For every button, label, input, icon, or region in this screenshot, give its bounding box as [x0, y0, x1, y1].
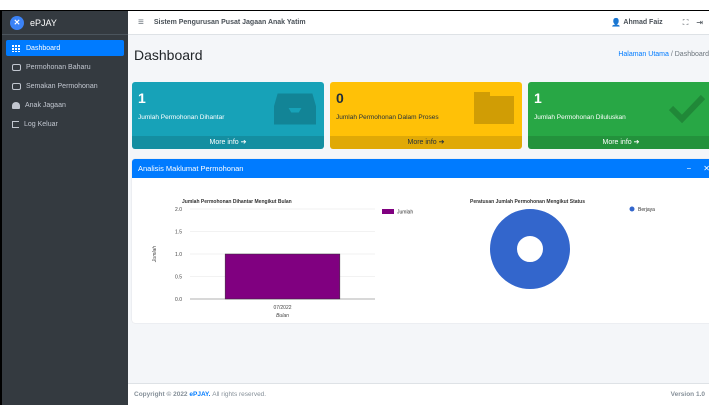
more-info-link[interactable]: More info ➔	[528, 136, 709, 149]
brand-logo-icon: ✕	[10, 15, 24, 30]
stat-label: Jumlah Permohonan Dihantar	[138, 114, 225, 121]
sidebar-item-label: Log Keluar	[24, 120, 58, 128]
y-axis-label: Jumlah	[152, 246, 158, 263]
stat-value: 1	[534, 90, 542, 106]
stat-label: Jumlah Permohonan Diluluskan	[534, 114, 626, 121]
menu-toggle-icon[interactable]: ≡	[138, 17, 144, 28]
y-tick-label: 0.0	[175, 297, 182, 303]
inbox-icon	[274, 93, 316, 125]
arrow-circle-right-icon: ➔	[633, 139, 640, 146]
footer: Copyright © 2022 ePJAY. All rights reser…	[128, 383, 709, 405]
legend-label: Berjaya	[638, 207, 655, 213]
breadcrumb-home-link[interactable]: Halaman Utama	[618, 51, 669, 58]
system-title: Sistem Pengurusan Pusat Jagaan Anak Yati…	[153, 19, 306, 26]
sidebar-item-label: Dashboard	[26, 44, 61, 52]
stat-label: Jumlah Permohonan Dalam Proses	[336, 114, 439, 121]
y-tick-label: 0.5	[175, 274, 182, 280]
bar-chart: 0.0 0.5 1.0 1.5 2.0 07/2022 Bulan Jumlah Jumlah	[152, 207, 413, 319]
card-title: Analisis Maklumat Permohonan	[138, 164, 244, 173]
card-header: Analisis Maklumat Permohonan − ✕	[132, 159, 709, 178]
user-icon	[12, 101, 20, 109]
more-info-link[interactable]: More info ➔	[330, 136, 522, 149]
breadcrumb: Halaman Utama / Dashboard	[618, 51, 709, 58]
hdd-icon	[12, 82, 21, 90]
sidebar-item-log-keluar[interactable]: Log Keluar	[6, 116, 124, 132]
app-window: ✕ ePJAY Dashboard Permohonan Baharu Sema…	[0, 10, 709, 405]
footer-copyright: Copyright © 2022	[134, 391, 188, 398]
pie-slice	[490, 209, 570, 289]
sign-out-icon[interactable]: ⇥	[696, 18, 703, 27]
y-tick-label: 2.0	[175, 207, 182, 213]
sidebar-item-anak-jagaan[interactable]: Anak Jagaan	[6, 97, 124, 113]
legend-dot	[629, 206, 635, 212]
sidebar-item-permohonan-baharu[interactable]: Permohonan Baharu	[6, 59, 124, 75]
bar	[224, 253, 341, 300]
analysis-card: Analisis Maklumat Permohonan − ✕ Jumlah …	[132, 159, 709, 323]
sidebar-item-label: Permohonan Baharu	[26, 63, 91, 71]
fullscreen-icon[interactable]: ⛶	[683, 18, 689, 28]
sidebar-item-semakan-permohonan[interactable]: Semakan Permohonan	[6, 78, 124, 94]
folder-icon	[474, 92, 514, 124]
page-title: Dashboard	[134, 47, 203, 63]
stat-box-dihantar: 1 Jumlah Permohonan Dihantar More info ➔	[132, 82, 324, 149]
y-tick-label: 1.0	[175, 252, 182, 258]
close-icon[interactable]: ✕	[703, 164, 709, 173]
footer-brand-link[interactable]: ePJAY.	[189, 391, 210, 398]
user-icon: 👤	[611, 18, 622, 27]
check-icon	[668, 94, 706, 124]
sidebar-nav: Dashboard Permohonan Baharu Semakan Perm…	[2, 35, 128, 132]
x-axis-label: Bulan	[276, 313, 289, 319]
top-navbar: ≡ Sistem Pengurusan Pusat Jagaan Anak Ya…	[128, 11, 709, 35]
footer-rights: All rights reserved.	[212, 391, 267, 398]
dashboard-grid-icon	[12, 44, 21, 52]
stat-value: 0	[336, 90, 344, 106]
pie-chart: Berjaya	[490, 206, 655, 289]
sign-out-icon	[12, 120, 19, 128]
legend-swatch	[382, 209, 394, 214]
arrow-circle-right-icon: ➔	[438, 139, 445, 146]
stat-box-diluluskan: 1 Jumlah Permohonan Diluluskan More info…	[528, 82, 709, 149]
stat-value: 1	[138, 90, 146, 106]
x-tick-label: 07/2022	[273, 305, 291, 311]
brand-name: ePJAY	[30, 17, 57, 28]
hdd-icon	[12, 63, 21, 71]
brand-link[interactable]: ✕ ePJAY	[2, 11, 128, 35]
collapse-icon[interactable]: −	[687, 164, 692, 173]
more-info-link[interactable]: More info ➔	[132, 136, 324, 149]
y-tick-label: 1.5	[175, 229, 182, 235]
arrow-circle-right-icon: ➔	[240, 139, 247, 146]
card-tools: − ✕	[677, 164, 709, 173]
breadcrumb-current: Dashboard	[674, 51, 709, 58]
stat-box-dalam-proses: 0 Jumlah Permohonan Dalam Proses More in…	[330, 82, 522, 149]
breadcrumb-separator: /	[670, 51, 673, 58]
navbar-right: 👤 Ahmad Faiz ⛶ ⇥	[611, 18, 709, 28]
legend-label: Jumlah	[397, 210, 413, 216]
sidebar-item-dashboard[interactable]: Dashboard	[6, 40, 124, 56]
sidebar-item-label: Semakan Permohonan	[26, 82, 98, 90]
user-name[interactable]: Ahmad Faiz	[623, 19, 662, 26]
footer-version: Version 1.0	[670, 391, 705, 398]
content-wrapper: Dashboard Halaman Utama / Dashboard 1 Ju…	[128, 35, 709, 405]
sidebar: ✕ ePJAY Dashboard Permohonan Baharu Sema…	[2, 11, 128, 405]
sidebar-item-label: Anak Jagaan	[25, 101, 66, 109]
